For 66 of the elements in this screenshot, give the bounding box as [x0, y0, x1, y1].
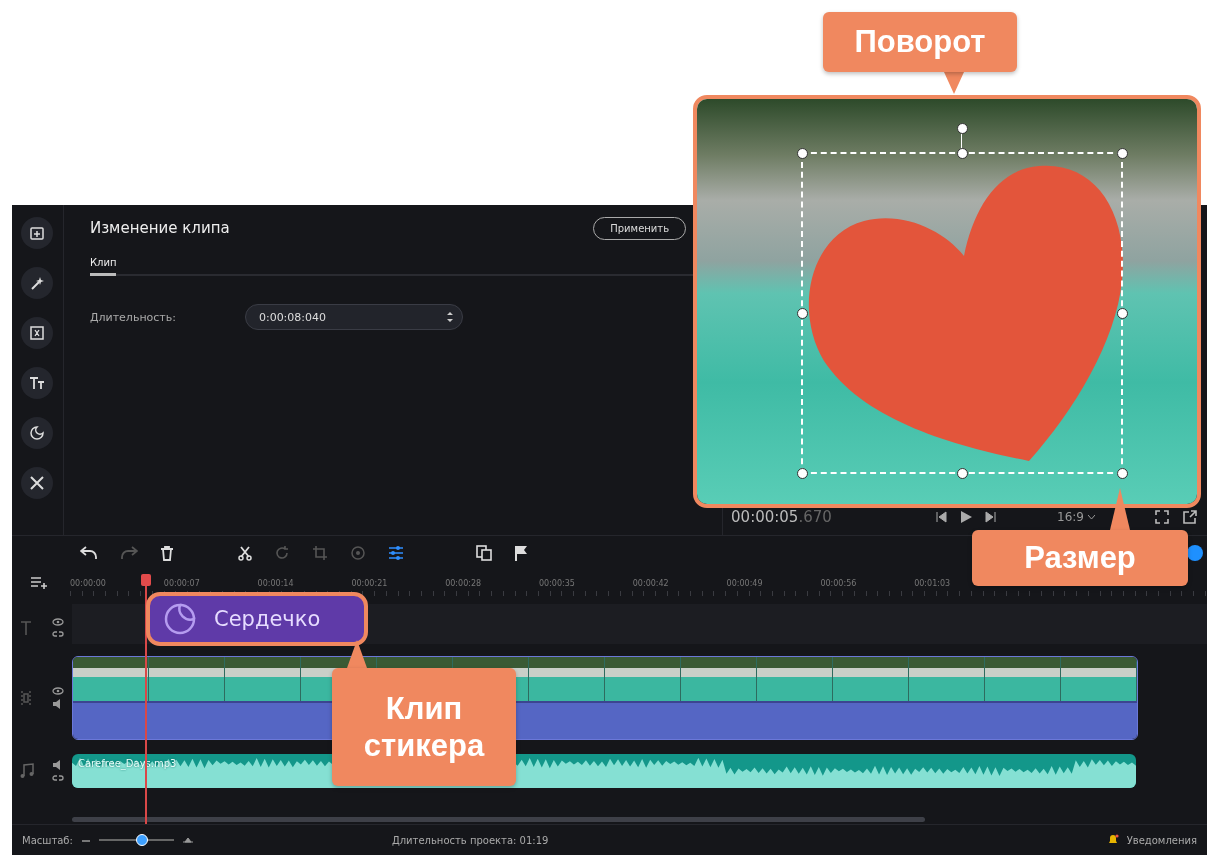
add-track-icon[interactable]: [30, 576, 48, 590]
resize-handle[interactable]: [797, 148, 808, 159]
clip-tab[interactable]: Клип: [89, 251, 117, 276]
panel-title: Изменение клипа: [89, 219, 230, 237]
video-track-icon: [20, 691, 32, 705]
sticker-clip[interactable]: Сердечко: [146, 592, 368, 646]
stabilize-icon[interactable]: [350, 545, 366, 561]
tools-icon[interactable]: [21, 467, 54, 499]
previous-icon[interactable]: [935, 511, 948, 523]
resize-handle[interactable]: [1117, 308, 1128, 319]
resize-handle[interactable]: [1117, 468, 1128, 479]
ruler-time-label: 00:01:03: [914, 578, 952, 588]
duration-label: Длительность:: [89, 310, 177, 324]
duration-field[interactable]: 0:00:08:040: [244, 304, 463, 330]
ruler-time-label: 00:00:00: [70, 578, 107, 588]
ruler-time-label: 00:00:21: [351, 578, 389, 588]
music-note-icon: [20, 763, 34, 779]
titles-icon[interactable]: [21, 367, 54, 399]
scissors-icon[interactable]: [238, 545, 252, 561]
ruler-time-label: 00:00:42: [632, 578, 670, 588]
zoom-in-icon[interactable]: [181, 836, 194, 844]
project-duration: Длительность проекта: 01:19: [391, 834, 549, 846]
eye-icon[interactable]: [52, 687, 64, 695]
import-icon[interactable]: [21, 217, 54, 249]
notifications-link[interactable]: Уведомления: [1126, 834, 1197, 846]
link-icon[interactable]: [52, 630, 64, 638]
trash-icon[interactable]: [160, 545, 174, 561]
caret-icon: [1088, 514, 1095, 520]
bell-icon[interactable]: [1106, 834, 1119, 846]
undo-icon[interactable]: [80, 546, 98, 560]
spinner-icon[interactable]: [445, 310, 454, 324]
horizontal-scrollbar[interactable]: [72, 817, 925, 822]
rotate-handle[interactable]: [957, 123, 968, 134]
zoom-slider-thumb[interactable]: [135, 834, 148, 846]
resize-handle[interactable]: [1117, 148, 1128, 159]
aspect-ratio-dropdown[interactable]: 16:9: [1051, 509, 1101, 525]
ruler-time-label: 00:00:28: [445, 578, 483, 588]
clip-properties-icon[interactable]: [388, 545, 404, 561]
zoom-label: Масштаб:: [22, 834, 73, 846]
ruler-time-label: 00:00:56: [820, 578, 858, 588]
annotation-tooltip: Размер: [972, 530, 1188, 586]
text-track-icon: [20, 621, 32, 635]
link-icon[interactable]: [52, 774, 64, 782]
play-icon[interactable]: [959, 510, 974, 524]
resize-handle[interactable]: [957, 468, 968, 479]
next-icon[interactable]: [985, 511, 998, 523]
resize-handle[interactable]: [797, 308, 808, 319]
ruler-time-label: 00:00:07: [163, 578, 201, 588]
redo-icon[interactable]: [120, 546, 138, 560]
ruler-time-label: 00:00:14: [257, 578, 295, 588]
resize-handle[interactable]: [957, 148, 968, 159]
zoom-out-icon[interactable]: [80, 837, 91, 843]
playback-time: 00:00:05.670: [731, 508, 833, 526]
transition-icon[interactable]: [21, 317, 54, 349]
detach-icon[interactable]: [1183, 510, 1197, 524]
ruler-time-label: 00:00:35: [539, 578, 576, 588]
flag-icon[interactable]: [514, 545, 528, 561]
eye-icon[interactable]: [52, 618, 64, 626]
fullscreen-icon[interactable]: [1155, 510, 1169, 524]
annotation-tooltip: Клип стикера: [332, 668, 516, 786]
annotation-tooltip: Поворот: [823, 12, 1017, 72]
rotate-icon[interactable]: [274, 545, 290, 561]
overlay-icon[interactable]: [476, 545, 492, 561]
ruler-time-label: 00:00:49: [726, 578, 764, 588]
resize-handle[interactable]: [797, 468, 808, 479]
magic-wand-icon[interactable]: [21, 267, 54, 299]
